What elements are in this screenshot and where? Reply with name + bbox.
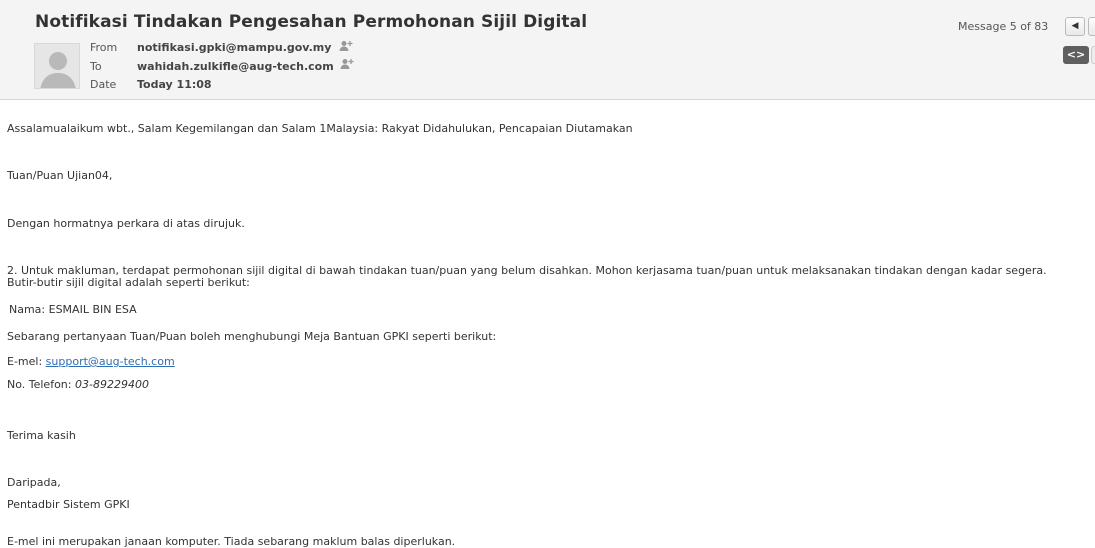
contact-intro: Sebarang pertanyaan Tuan/Puan boleh meng… — [7, 330, 497, 343]
code-view-button[interactable]: <> — [1063, 46, 1089, 64]
email-label: E-mel: — [7, 355, 46, 368]
from-address[interactable]: notifikasi.gpki@mampu.gov.my — [137, 41, 331, 54]
date-label: Date — [90, 78, 117, 91]
support-email-link[interactable]: support@aug-tech.com — [46, 355, 175, 368]
salutation-text: Tuan/Puan Ujian04, — [7, 169, 113, 182]
sender-signature: Pentadbir Sistem GPKI — [7, 498, 130, 511]
to-label: To — [90, 60, 102, 73]
next-message-button[interactable] — [1088, 17, 1095, 36]
message-subject: Notifikasi Tindakan Pengesahan Permohona… — [35, 12, 588, 32]
chevron-left-icon: ◀ — [1071, 21, 1079, 31]
previous-message-button[interactable]: ◀ — [1065, 17, 1085, 36]
code-view-icon: <> — [1066, 48, 1086, 61]
phone-line: No. Telefon: 03-89229400 — [7, 378, 149, 391]
certificate-name: Nama: ESMAIL BIN ESA — [9, 303, 137, 316]
message-body: Assalamualaikum wbt., Salam Kegemilangan… — [0, 99, 1095, 548]
greeting-text: Assalamualaikum wbt., Salam Kegemilangan… — [7, 122, 633, 135]
message-counter: Message 5 of 83 — [958, 20, 1049, 33]
email-line: E-mel: support@aug-tech.com — [7, 355, 175, 368]
message-date: Today 11:08 — [137, 78, 212, 91]
add-contact-icon[interactable] — [340, 58, 354, 70]
footer-note: E-mel ini merupakan janaan komputer. Tia… — [7, 535, 456, 548]
from-word: Daripada, — [7, 476, 61, 489]
thanks-text: Terima kasih — [7, 429, 76, 442]
phone-label: No. Telefon: — [7, 378, 75, 391]
to-address[interactable]: wahidah.zulkifle@aug-tech.com — [137, 60, 334, 73]
phone-number: 03-89229400 — [74, 378, 149, 391]
sender-avatar — [34, 43, 80, 89]
avatar-silhouette-icon — [35, 44, 79, 88]
alt-view-button[interactable] — [1091, 46, 1095, 64]
paragraph-2-line-2: Butir-butir sijil digital adalah seperti… — [7, 276, 250, 289]
add-contact-icon[interactable] — [339, 40, 353, 52]
message-header: Notifikasi Tindakan Pengesahan Permohona… — [0, 0, 1095, 100]
from-label: From — [90, 41, 118, 54]
paragraph-1: Dengan hormatnya perkara di atas dirujuk… — [7, 217, 245, 230]
